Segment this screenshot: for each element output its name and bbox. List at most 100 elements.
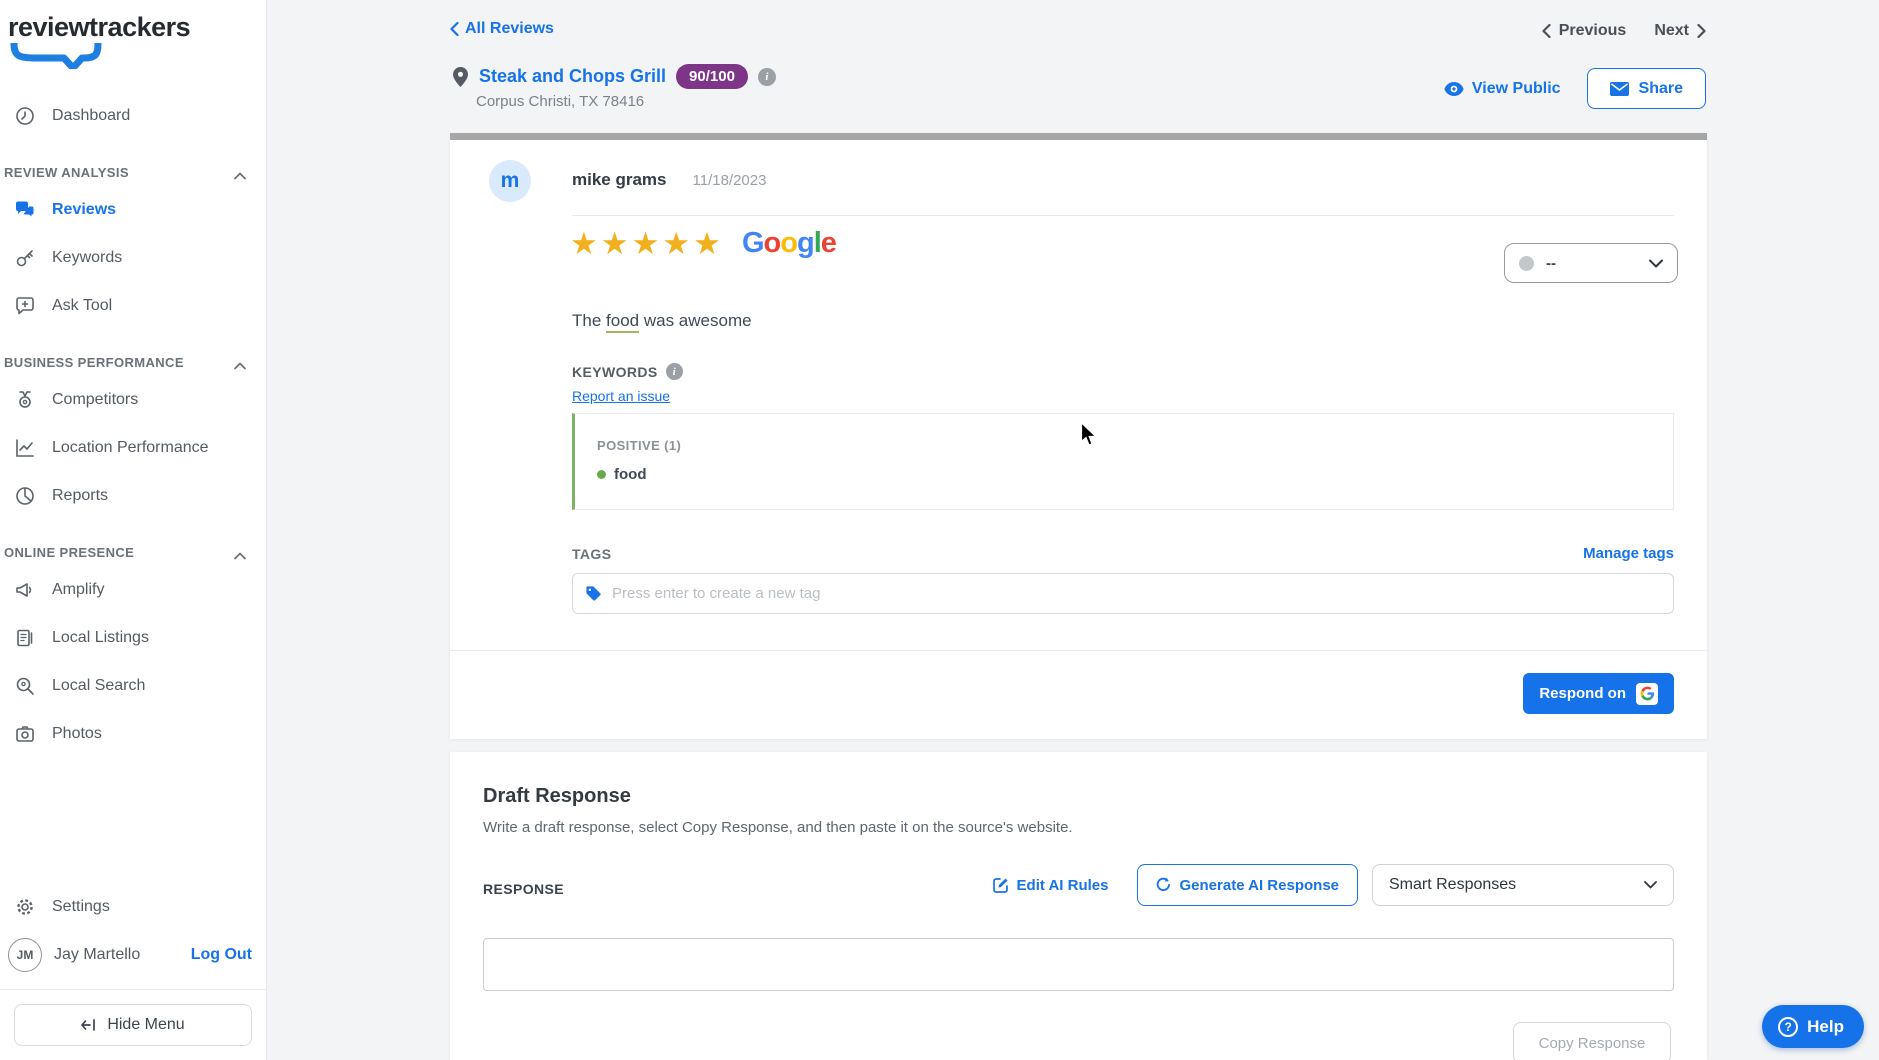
sidebar-item-label: Reports bbox=[52, 487, 108, 505]
dashboard-icon bbox=[14, 105, 36, 127]
tag-input[interactable] bbox=[612, 585, 1661, 602]
sidebar-item-reviews[interactable]: Reviews bbox=[0, 186, 266, 234]
sidebar-item-dashboard[interactable]: Dashboard bbox=[0, 92, 266, 140]
logo: reviewtrackers bbox=[0, 0, 266, 92]
question-mark-icon: ? bbox=[1778, 1017, 1798, 1037]
listings-icon bbox=[14, 627, 36, 649]
divider bbox=[450, 650, 1707, 651]
chevron-up-icon bbox=[234, 552, 246, 560]
medal-icon bbox=[14, 389, 36, 411]
chevron-down-icon bbox=[1649, 259, 1663, 268]
sidebar-item-label: Keywords bbox=[52, 249, 122, 267]
logo-text: reviewtrackers bbox=[8, 12, 266, 43]
draft-response-subtitle: Write a draft response, select Copy Resp… bbox=[483, 819, 1073, 836]
sidebar-item-label: Ask Tool bbox=[52, 297, 112, 315]
response-label: RESPONSE bbox=[483, 881, 564, 897]
sentiment-value: -- bbox=[1546, 255, 1556, 272]
info-icon[interactable]: i bbox=[758, 68, 776, 86]
tags-header: TAGS Manage tags bbox=[572, 545, 1674, 562]
pager: Previous Next bbox=[1542, 22, 1706, 40]
score-badge: 90/100 bbox=[676, 64, 748, 89]
draft-response-card: Draft Response Write a draft response, s… bbox=[450, 752, 1707, 1060]
response-textarea[interactable] bbox=[483, 938, 1674, 991]
sidebar-item-local-listings[interactable]: Local Listings bbox=[0, 614, 266, 662]
logout-link[interactable]: Log Out bbox=[191, 946, 252, 964]
gear-icon bbox=[14, 896, 36, 918]
report-issue-link[interactable]: Report an issue bbox=[572, 388, 670, 404]
keywords-panel: POSITIVE (1) food bbox=[572, 413, 1674, 510]
user-row: JM Jay Martello Log Out bbox=[0, 931, 266, 979]
manage-tags-link[interactable]: Manage tags bbox=[1583, 545, 1674, 562]
keywords-header: KEYWORDS i bbox=[572, 363, 683, 380]
respond-on-google-button[interactable]: Respond on bbox=[1523, 673, 1674, 714]
sidebar-item-location-performance[interactable]: Location Performance bbox=[0, 424, 266, 472]
rating-row: ★★★★★ Google bbox=[570, 227, 836, 260]
back-all-reviews-link[interactable]: All Reviews bbox=[450, 20, 554, 38]
avatar: JM bbox=[8, 938, 42, 972]
keyword-item[interactable]: food bbox=[597, 466, 646, 483]
review-text: The food was awesome bbox=[572, 311, 752, 331]
sidebar-item-keywords[interactable]: Keywords bbox=[0, 234, 266, 282]
divider bbox=[572, 215, 1674, 216]
tag-icon bbox=[585, 585, 602, 602]
chevron-left-icon bbox=[1542, 24, 1551, 38]
sidebar-item-photos[interactable]: Photos bbox=[0, 710, 266, 758]
next-button[interactable]: Next bbox=[1654, 22, 1706, 40]
share-button[interactable]: Share bbox=[1587, 68, 1706, 109]
google-logo: Google bbox=[742, 227, 836, 260]
sidebar-item-label: Local Listings bbox=[52, 629, 149, 647]
business-address: Corpus Christi, TX 78416 bbox=[476, 93, 644, 110]
sidebar-item-label: Dashboard bbox=[52, 107, 130, 125]
chevron-left-icon bbox=[450, 22, 459, 36]
line-chart-icon bbox=[14, 437, 36, 459]
sidebar-item-amplify[interactable]: Amplify bbox=[0, 566, 266, 614]
sidebar-item-label: Reviews bbox=[52, 201, 116, 219]
chevron-down-icon bbox=[1644, 881, 1657, 889]
sidebar-item-reports[interactable]: Reports bbox=[0, 472, 266, 520]
sidebar-section-online-presence[interactable]: ONLINE PRESENCE bbox=[0, 520, 266, 566]
hide-menu-button[interactable]: Hide Menu bbox=[14, 1004, 252, 1046]
ai-actions-row: Edit AI Rules Generate AI Response Smart… bbox=[993, 864, 1674, 906]
sidebar-spacer bbox=[0, 758, 266, 883]
reviewer-avatar: m bbox=[489, 160, 531, 202]
review-card: m mike grams 11/18/2023 ★★★★★ Google -- … bbox=[450, 133, 1707, 739]
positive-dot-icon bbox=[597, 470, 606, 479]
generate-ai-response-button[interactable]: Generate AI Response bbox=[1137, 864, 1359, 906]
chevron-up-icon bbox=[234, 362, 246, 370]
google-g-icon bbox=[1636, 683, 1658, 705]
view-public-link[interactable]: View Public bbox=[1444, 80, 1561, 98]
sidebar-item-ask-tool[interactable]: Ask Tool bbox=[0, 282, 266, 330]
copy-response-button[interactable]: Copy Response bbox=[1513, 1022, 1671, 1060]
sidebar-section-review-analysis[interactable]: REVIEW ANALYSIS bbox=[0, 140, 266, 186]
previous-button[interactable]: Previous bbox=[1542, 22, 1627, 40]
megaphone-icon bbox=[14, 579, 36, 601]
collapse-icon bbox=[81, 1018, 97, 1032]
sidebar-item-label: Amplify bbox=[52, 581, 104, 599]
smart-responses-dropdown[interactable]: Smart Responses bbox=[1372, 864, 1674, 906]
sidebar-item-competitors[interactable]: Competitors bbox=[0, 376, 266, 424]
highlighted-keyword[interactable]: food bbox=[606, 311, 639, 333]
camera-icon bbox=[14, 723, 36, 745]
help-button[interactable]: ? Help bbox=[1762, 1005, 1864, 1048]
sidebar-item-settings[interactable]: Settings bbox=[0, 883, 266, 931]
sidebar: reviewtrackers Dashboard REVIEW ANALYSIS… bbox=[0, 0, 267, 1060]
sentiment-dropdown[interactable]: -- bbox=[1504, 243, 1678, 283]
sidebar-item-label: Settings bbox=[52, 898, 110, 916]
chevron-up-icon bbox=[234, 172, 246, 180]
sidebar-item-local-search[interactable]: Local Search bbox=[0, 662, 266, 710]
star-rating: ★★★★★ bbox=[570, 228, 724, 259]
header-actions: View Public Share bbox=[1444, 68, 1706, 109]
review-date: 11/18/2023 bbox=[693, 172, 767, 189]
map-pin-icon bbox=[452, 66, 469, 88]
divider bbox=[0, 989, 266, 990]
sentiment-dot-icon bbox=[1519, 256, 1534, 271]
edit-ai-rules-link[interactable]: Edit AI Rules bbox=[993, 877, 1109, 894]
tag-input-container bbox=[572, 573, 1674, 614]
chevron-right-icon bbox=[1697, 24, 1706, 38]
draft-response-title: Draft Response bbox=[483, 785, 631, 808]
sidebar-section-business-performance[interactable]: BUSINESS PERFORMANCE bbox=[0, 330, 266, 376]
business-name-link[interactable]: Steak and Chops Grill bbox=[479, 66, 666, 87]
info-icon[interactable]: i bbox=[666, 363, 683, 380]
pie-chart-icon bbox=[14, 485, 36, 507]
sidebar-item-label: Location Performance bbox=[52, 439, 209, 457]
